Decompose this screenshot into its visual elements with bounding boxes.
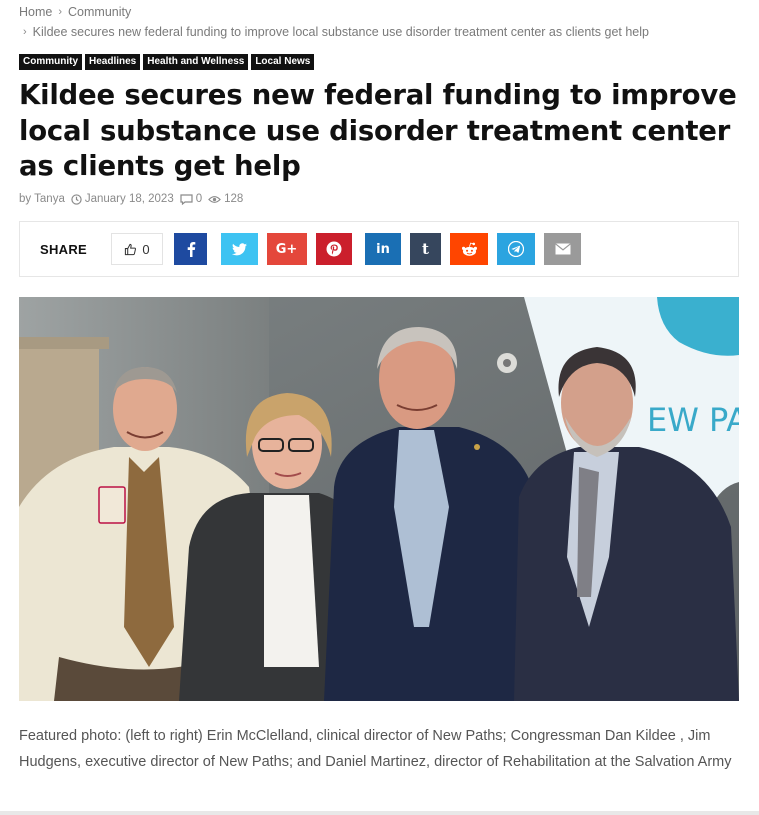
reddit-icon [461,242,477,256]
comment-count-text: 0 [195,193,203,205]
share-reddit-button[interactable] [450,233,489,265]
article-meta: by Tanya January 18, 2023 0 128 [19,193,243,205]
featured-photo: EW PA [19,297,739,701]
view-count: 128 [208,193,243,205]
share-linkedin-button[interactable]: in [365,233,402,265]
share-facebook-button[interactable] [174,233,208,265]
email-icon [554,243,571,255]
breadcrumb-current: Kildee secures new federal funding to im… [32,25,649,39]
linkedin-icon: in [376,241,390,257]
post-date: January 18, 2023 [71,193,174,205]
sign-text: EW PA [647,401,739,439]
featured-photo-illustration: EW PA [19,297,739,701]
author-prefix: by [19,193,32,205]
facebook-icon [187,242,195,257]
share-email-button[interactable] [544,233,582,265]
category-tag-health-and-wellness[interactable]: Health and Wellness [143,54,249,70]
telegram-icon [508,241,525,257]
google-plus-icon: G+ [275,241,298,257]
breadcrumb: Home › Community › Kildee secures new fe… [19,2,649,42]
tumblr-icon: t [422,240,429,258]
view-count-text: 128 [224,193,244,205]
like-button[interactable]: 0 [111,233,164,265]
eye-icon [208,195,221,203]
comment-count[interactable]: 0 [180,193,202,205]
share-pinterest-button[interactable] [315,233,352,265]
breadcrumb-home-link[interactable]: Home [19,2,52,22]
category-tags: Community Headlines Health and Wellness … [19,54,315,70]
category-tag-local-news[interactable]: Local News [251,54,315,70]
chevron-right-icon: › [23,26,27,38]
twitter-icon [231,242,247,255]
chevron-right-icon: › [58,6,63,18]
share-label: SHARE [40,241,88,257]
clock-icon [71,193,82,205]
author-byline: by Tanya [19,193,65,205]
share-bar: SHARE 0 G+ in t [19,221,739,277]
divider [0,811,759,815]
category-tag-community[interactable]: Community [19,54,82,70]
article-title: Kildee secures new federal funding to im… [19,79,737,182]
pinterest-icon [326,241,342,257]
comment-icon [180,193,193,205]
share-google-plus-button[interactable]: G+ [266,233,307,265]
breadcrumb-community-link[interactable]: Community [68,2,131,22]
share-tumblr-button[interactable]: t [410,233,442,265]
share-twitter-button[interactable] [220,233,258,265]
thumbs-up-icon [125,243,137,255]
photo-caption: Featured photo: (left to right) Erin McC… [19,728,732,770]
share-telegram-button[interactable] [497,233,536,265]
author-link[interactable]: Tanya [34,193,65,205]
like-count: 0 [142,241,150,257]
category-tag-headlines[interactable]: Headlines [85,54,141,70]
post-date-text: January 18, 2023 [84,193,174,205]
